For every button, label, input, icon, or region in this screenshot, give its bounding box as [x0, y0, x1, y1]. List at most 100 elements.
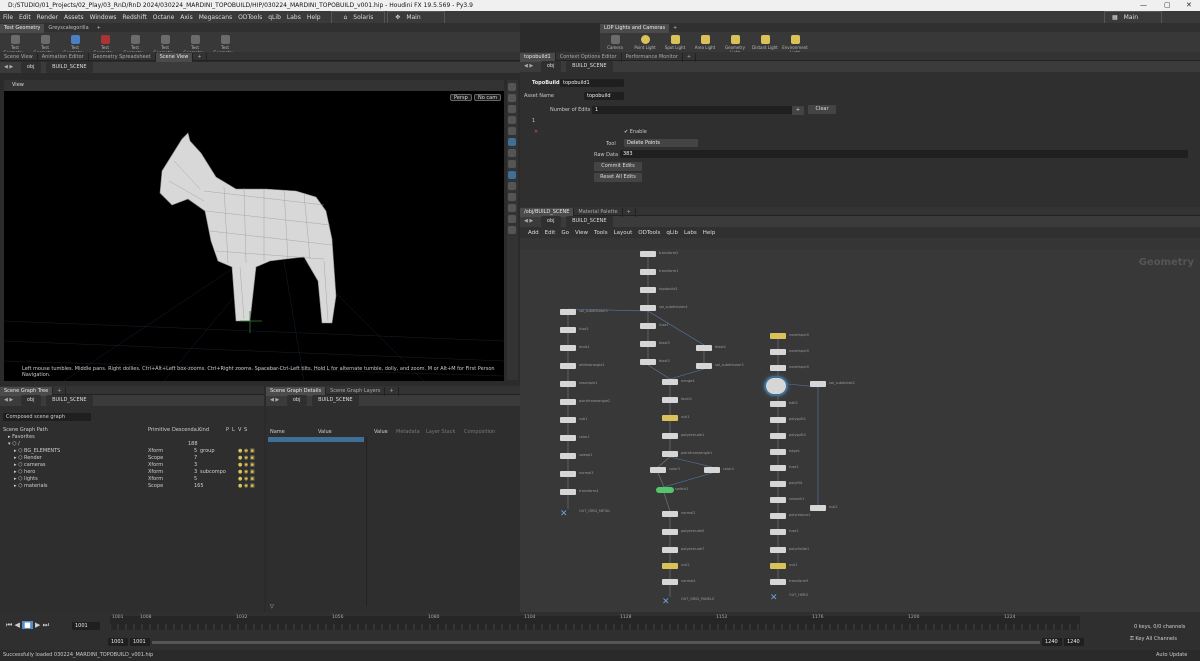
visibility-icon[interactable]: ● ◉ ▣ — [238, 462, 255, 468]
network-node[interactable] — [662, 379, 678, 385]
net-menu-view[interactable]: View — [575, 228, 588, 239]
sg-path[interactable]: ▸ ⬡ Render — [14, 455, 42, 461]
network-node[interactable] — [560, 327, 576, 333]
network-node[interactable] — [662, 511, 678, 517]
enable-checkbox[interactable]: ✔ Enable — [624, 129, 647, 135]
sgt-path-scene[interactable]: BUILD_SCENE — [46, 395, 93, 406]
network-node[interactable] — [640, 287, 656, 293]
col-s[interactable]: S — [244, 427, 247, 433]
output-node-icon[interactable]: ✕ — [770, 593, 778, 603]
tab-animation-editor[interactable]: Animation Editor — [38, 53, 89, 62]
sgd-tab-metadata[interactable]: Metadata — [396, 429, 420, 435]
camera-tool[interactable]: Camera — [600, 33, 630, 50]
network-node[interactable] — [770, 401, 786, 407]
param-path-obj[interactable]: obj — [540, 61, 561, 72]
add-tab-icon[interactable]: + — [193, 53, 207, 62]
network-node[interactable] — [770, 563, 786, 569]
distant-light-tool[interactable]: Distant Light — [750, 33, 780, 50]
param-path-scene[interactable]: BUILD_SCENE — [566, 61, 613, 72]
auto-update-menu[interactable]: Auto Update — [1156, 650, 1187, 661]
network-node[interactable] — [770, 579, 786, 585]
select-icon[interactable] — [508, 83, 516, 91]
num-edits-field[interactable]: 1 — [592, 106, 792, 114]
selected-topobuild-node[interactable] — [766, 378, 786, 394]
network-node[interactable] — [560, 453, 576, 459]
back-arrow-icon[interactable]: ◀ ▶ — [524, 63, 533, 69]
network-node[interactable] — [770, 547, 786, 553]
net-menu-layout[interactable]: Layout — [614, 228, 633, 239]
sg-path[interactable]: ▸ ⬡ materials — [14, 483, 48, 489]
snap-icon[interactable] — [508, 160, 516, 168]
network-node[interactable] — [770, 465, 786, 471]
sgd-tab-composition[interactable]: Composition — [464, 429, 495, 435]
tab-geometry-spreadsheet[interactable]: Geometry Spreadsheet — [89, 53, 156, 62]
add-tab-icon[interactable]: + — [623, 208, 636, 217]
network-node[interactable] — [560, 399, 576, 405]
render-icon[interactable] — [508, 171, 516, 179]
col-path[interactable]: Scene Graph Path — [3, 427, 48, 433]
path-scene[interactable]: BUILD_SCENE — [46, 62, 93, 73]
filter-icon[interactable]: ▽ — [270, 604, 274, 610]
remove-edit-icon[interactable]: ✕ — [534, 129, 538, 135]
network-node[interactable] — [560, 489, 576, 495]
add-edit-button[interactable]: + — [792, 106, 804, 115]
network-node[interactable] — [770, 417, 786, 423]
network-node[interactable] — [770, 365, 786, 371]
network-node[interactable] — [770, 529, 786, 535]
stop-icon[interactable]: ■ — [22, 621, 33, 629]
composed-dropdown[interactable]: Composed scene graph — [3, 413, 91, 421]
net-path-obj[interactable]: obj — [540, 216, 561, 227]
tool-dropdown[interactable]: Delete Points — [624, 139, 698, 147]
network-node[interactable] — [810, 381, 826, 387]
network-node[interactable] — [662, 563, 678, 569]
transform-icon[interactable] — [508, 94, 516, 102]
network-node[interactable] — [696, 363, 712, 369]
end-frame-field-2[interactable]: 1240 — [1064, 638, 1084, 646]
output-node-icon[interactable]: ✕ — [560, 509, 568, 519]
timeline-ruler[interactable] — [110, 616, 1080, 630]
visibility-icon[interactable]: ● ◉ ▣ — [238, 448, 255, 454]
sgd-selected-row[interactable] — [268, 437, 364, 442]
back-arrow-icon[interactable]: ◀ ▶ — [4, 64, 13, 70]
key-all-channels[interactable]: ⚿ Key All Channels — [1130, 636, 1177, 642]
tab-scene-view[interactable]: Scene View — [0, 53, 38, 62]
add-tab-icon[interactable]: + — [683, 53, 697, 62]
net-menu-labs[interactable]: Labs — [684, 228, 697, 239]
col-v[interactable]: V — [238, 427, 241, 433]
lights-icon[interactable] — [508, 204, 516, 212]
network-node[interactable] — [662, 529, 678, 535]
network-node[interactable] — [770, 481, 786, 487]
col-primitive[interactable]: Primitive — [148, 427, 170, 433]
display-icon[interactable] — [508, 182, 516, 190]
network-node[interactable] — [810, 505, 826, 511]
sg-path[interactable]: ▸ ⬡ cameras — [14, 462, 46, 468]
visibility-icon[interactable]: ● ◉ ▣ — [238, 476, 255, 482]
network-node[interactable] — [560, 471, 576, 477]
close-icon[interactable]: ✕ — [1186, 0, 1192, 11]
node-name-field[interactable]: topobuild1 — [560, 79, 624, 87]
col-l[interactable]: L — [232, 427, 235, 433]
network-node[interactable] — [640, 359, 656, 365]
sgd-path-obj[interactable]: obj — [286, 395, 307, 406]
back-arrow-icon[interactable]: ◀ ▶ — [270, 397, 279, 403]
scale-icon[interactable] — [508, 116, 516, 124]
net-menu-help[interactable]: Help — [703, 228, 716, 239]
network-node[interactable] — [640, 305, 656, 311]
start-frame-field-2[interactable]: 1001 — [130, 638, 150, 646]
net-menu-go[interactable]: Go — [561, 228, 569, 239]
network-node[interactable] — [640, 251, 656, 257]
network-node[interactable] — [640, 341, 656, 347]
network-node[interactable] — [650, 467, 666, 473]
network-node[interactable] — [640, 269, 656, 275]
net-menu-add[interactable]: Add — [528, 228, 539, 239]
network-node[interactable] — [696, 345, 712, 351]
network-node[interactable] — [662, 547, 678, 553]
network-node[interactable] — [770, 513, 786, 519]
net-menu-odtools[interactable]: ODTools — [638, 228, 660, 239]
start-frame-field[interactable]: 1001 — [108, 638, 128, 646]
root-row[interactable]: ▾ ⬡ / — [8, 441, 20, 447]
sg-path[interactable]: ▸ ⬡ BG_ELEMENTS — [14, 448, 60, 454]
current-frame-field[interactable]: 1001 — [72, 622, 100, 630]
sgd-path-scene[interactable]: BUILD_SCENE — [312, 395, 359, 406]
network-node[interactable] — [662, 415, 678, 421]
